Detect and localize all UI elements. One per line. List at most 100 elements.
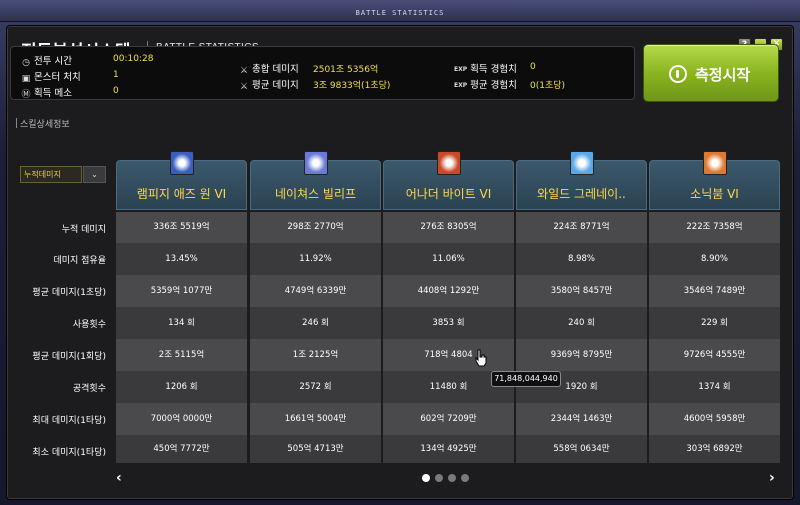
row-label: 최대 데미지(1타당) — [32, 416, 106, 426]
battle-time-value: 00:10:28 — [113, 54, 154, 64]
skill-name: 어나더 바이트 VI — [405, 187, 492, 201]
row-label: 데미지 점유율 — [53, 256, 106, 266]
stat-cell: 3546억 7489만 — [649, 275, 780, 307]
sword-icon: ⚔ — [239, 82, 249, 92]
stat-cell: 9369억 8795만 — [516, 339, 647, 371]
stat-cell: 134 회 — [116, 307, 247, 339]
stat-cell: 240 회 — [516, 307, 647, 339]
prev-page-button[interactable]: ‹ — [116, 470, 122, 486]
section-title: 스킬상세정보 — [16, 117, 70, 130]
page-dot[interactable] — [448, 474, 456, 482]
stat-cell: 718억 4804 — [383, 339, 514, 371]
stat-cell: 450억 7772만 — [116, 435, 247, 463]
exp-avg-label: EXP 평균 경험치 — [454, 80, 517, 91]
skill-icon — [437, 151, 461, 175]
stat-cell: 558억 0634만 — [516, 435, 647, 463]
sort-dropdown-value[interactable]: 누적데미지 — [20, 166, 82, 183]
skill-column: 와일드 그레네이.. 224조 8771억 8.98% 3580억 8457만 240 … — [516, 160, 647, 463]
skill-name: 소닉붐 VI — [690, 187, 739, 201]
page-dot[interactable] — [461, 474, 469, 482]
stat-cell: 224조 8771억 — [516, 212, 647, 243]
stat-cell: 3580억 8457만 — [516, 275, 647, 307]
skill-column: 어나더 바이트 VI 276조 8305억 11.06% 4408억 1292만 385… — [383, 160, 514, 463]
stat-cell: 1661억 5004만 — [250, 403, 381, 435]
exp-gained-value: 0 — [530, 62, 536, 72]
stat-cell: 13.45% — [116, 243, 247, 275]
skill-column: 소닉붐 VI 222조 7358억 8.90% 3546억 7489만 229 회 972… — [649, 160, 780, 463]
stat-cell: 11.06% — [383, 243, 514, 275]
meso-label: Ⓜ 획득 메소 — [21, 88, 72, 100]
battle-time-label: ◷ 전투 시간 — [22, 56, 72, 68]
skill-column: 네이쳐스 빌리프 298조 2770억 11.92% 4749억 6339만 246 회… — [250, 160, 381, 463]
app-frame: BATTLE STATISTICS 전투분석시스템 BATTLE STATIST… — [0, 0, 800, 505]
stat-cell: 298조 2770억 — [250, 212, 381, 243]
skill-name: 램피지 애즈 원 VI — [136, 187, 227, 201]
stat-cell: 1374 회 — [649, 371, 780, 403]
exp-icon: EXP — [454, 66, 468, 73]
skill-icon — [170, 151, 194, 175]
stat-cell: 1조 2125억 — [250, 339, 381, 371]
stat-cell: 11.92% — [250, 243, 381, 275]
total-damage-label: ⚔ 총합 데미지 — [239, 64, 299, 76]
chevron-down-icon[interactable]: ⌄ — [83, 166, 106, 183]
battle-summary-panel: ◷ 전투 시간 00:10:28 ▣ 몬스터 처치 1 Ⓜ 획득 메소 0 ⚔ 총합 데… — [10, 46, 635, 100]
stat-cell: 336조 5519억 — [116, 212, 247, 243]
stat-cell: 229 회 — [649, 307, 780, 339]
row-label: 누적 데미지 — [61, 225, 106, 235]
stat-cell: 222조 7358억 — [649, 212, 780, 243]
skill-icon — [570, 151, 594, 175]
total-damage-value: 2501조 5356억 — [313, 65, 379, 75]
stat-cell: 4749억 6339만 — [250, 275, 381, 307]
stat-cell: 134억 4925만 — [383, 435, 514, 463]
skill-name: 와일드 그레네이.. — [537, 187, 626, 201]
row-label: 평균 데미지(1초당) — [32, 288, 106, 298]
avg-damage-value: 3조 9833억(1초당) — [313, 81, 391, 91]
exp-avg-value: 0(1초당) — [530, 81, 566, 91]
stat-cell: 4408억 1292만 — [383, 275, 514, 307]
monsters-killed-label: ▣ 몬스터 처치 — [21, 72, 81, 84]
row-label: 공격횟수 — [72, 384, 106, 394]
meso-value: 0 — [113, 86, 119, 96]
meso-icon: Ⓜ — [21, 90, 31, 100]
page-dot[interactable] — [435, 474, 443, 482]
next-page-button[interactable]: › — [769, 470, 775, 486]
monsters-killed-value: 1 — [113, 70, 119, 80]
stat-cell: 246 회 — [250, 307, 381, 339]
sort-dropdown[interactable]: 누적데미지 ⌄ — [20, 166, 106, 183]
sword-icon: ⚔ — [239, 66, 249, 76]
stat-cell: 9726억 4555만 — [649, 339, 780, 371]
top-title: BATTLE STATISTICS — [355, 9, 445, 17]
stat-cell: 505억 4713만 — [250, 435, 381, 463]
page-indicator — [422, 474, 469, 482]
stat-cell: 2조 5115억 — [116, 339, 247, 371]
skill-icon — [703, 151, 727, 175]
stat-cell: 5359억 1077만 — [116, 275, 247, 307]
stat-cell: 602억 7209만 — [383, 403, 514, 435]
exp-gained-label: EXP 획득 경험치 — [454, 64, 517, 75]
skill-column: 램피지 애즈 원 VI 336조 5519억 13.45% 5359억 1077만 13… — [116, 160, 247, 463]
hand-cursor-icon — [475, 349, 487, 367]
start-measure-label: 측정시작 — [695, 66, 751, 84]
stat-cell: 2572 회 — [250, 371, 381, 403]
stat-cell: 2344억 1463만 — [516, 403, 647, 435]
row-label: 사용횟수 — [72, 320, 106, 330]
top-title-bar: BATTLE STATISTICS — [0, 0, 800, 22]
stat-cell: 4600억 5958만 — [649, 403, 780, 435]
stat-cell: 3853 회 — [383, 307, 514, 339]
skill-name: 네이쳐스 빌리프 — [274, 187, 357, 201]
skill-icon — [304, 151, 328, 175]
damage-tooltip: 71,848,044,940 — [491, 371, 561, 387]
stat-cell: 8.98% — [516, 243, 647, 275]
stat-cell: 8.90% — [649, 243, 780, 275]
row-label: 최소 데미지(1타당) — [32, 448, 106, 458]
exp-icon: EXP — [454, 82, 468, 89]
start-measure-button[interactable]: 측정시작 — [643, 44, 779, 102]
page-dot[interactable] — [422, 474, 430, 482]
power-icon — [669, 65, 687, 83]
stat-cell: 303억 6892만 — [649, 435, 780, 463]
monster-icon: ▣ — [21, 74, 31, 84]
clock-icon: ◷ — [22, 58, 30, 68]
stat-cell: 1206 회 — [116, 371, 247, 403]
avg-damage-label: ⚔ 평균 데미지 — [239, 80, 299, 92]
stat-cell: 276조 8305억 — [383, 212, 514, 243]
